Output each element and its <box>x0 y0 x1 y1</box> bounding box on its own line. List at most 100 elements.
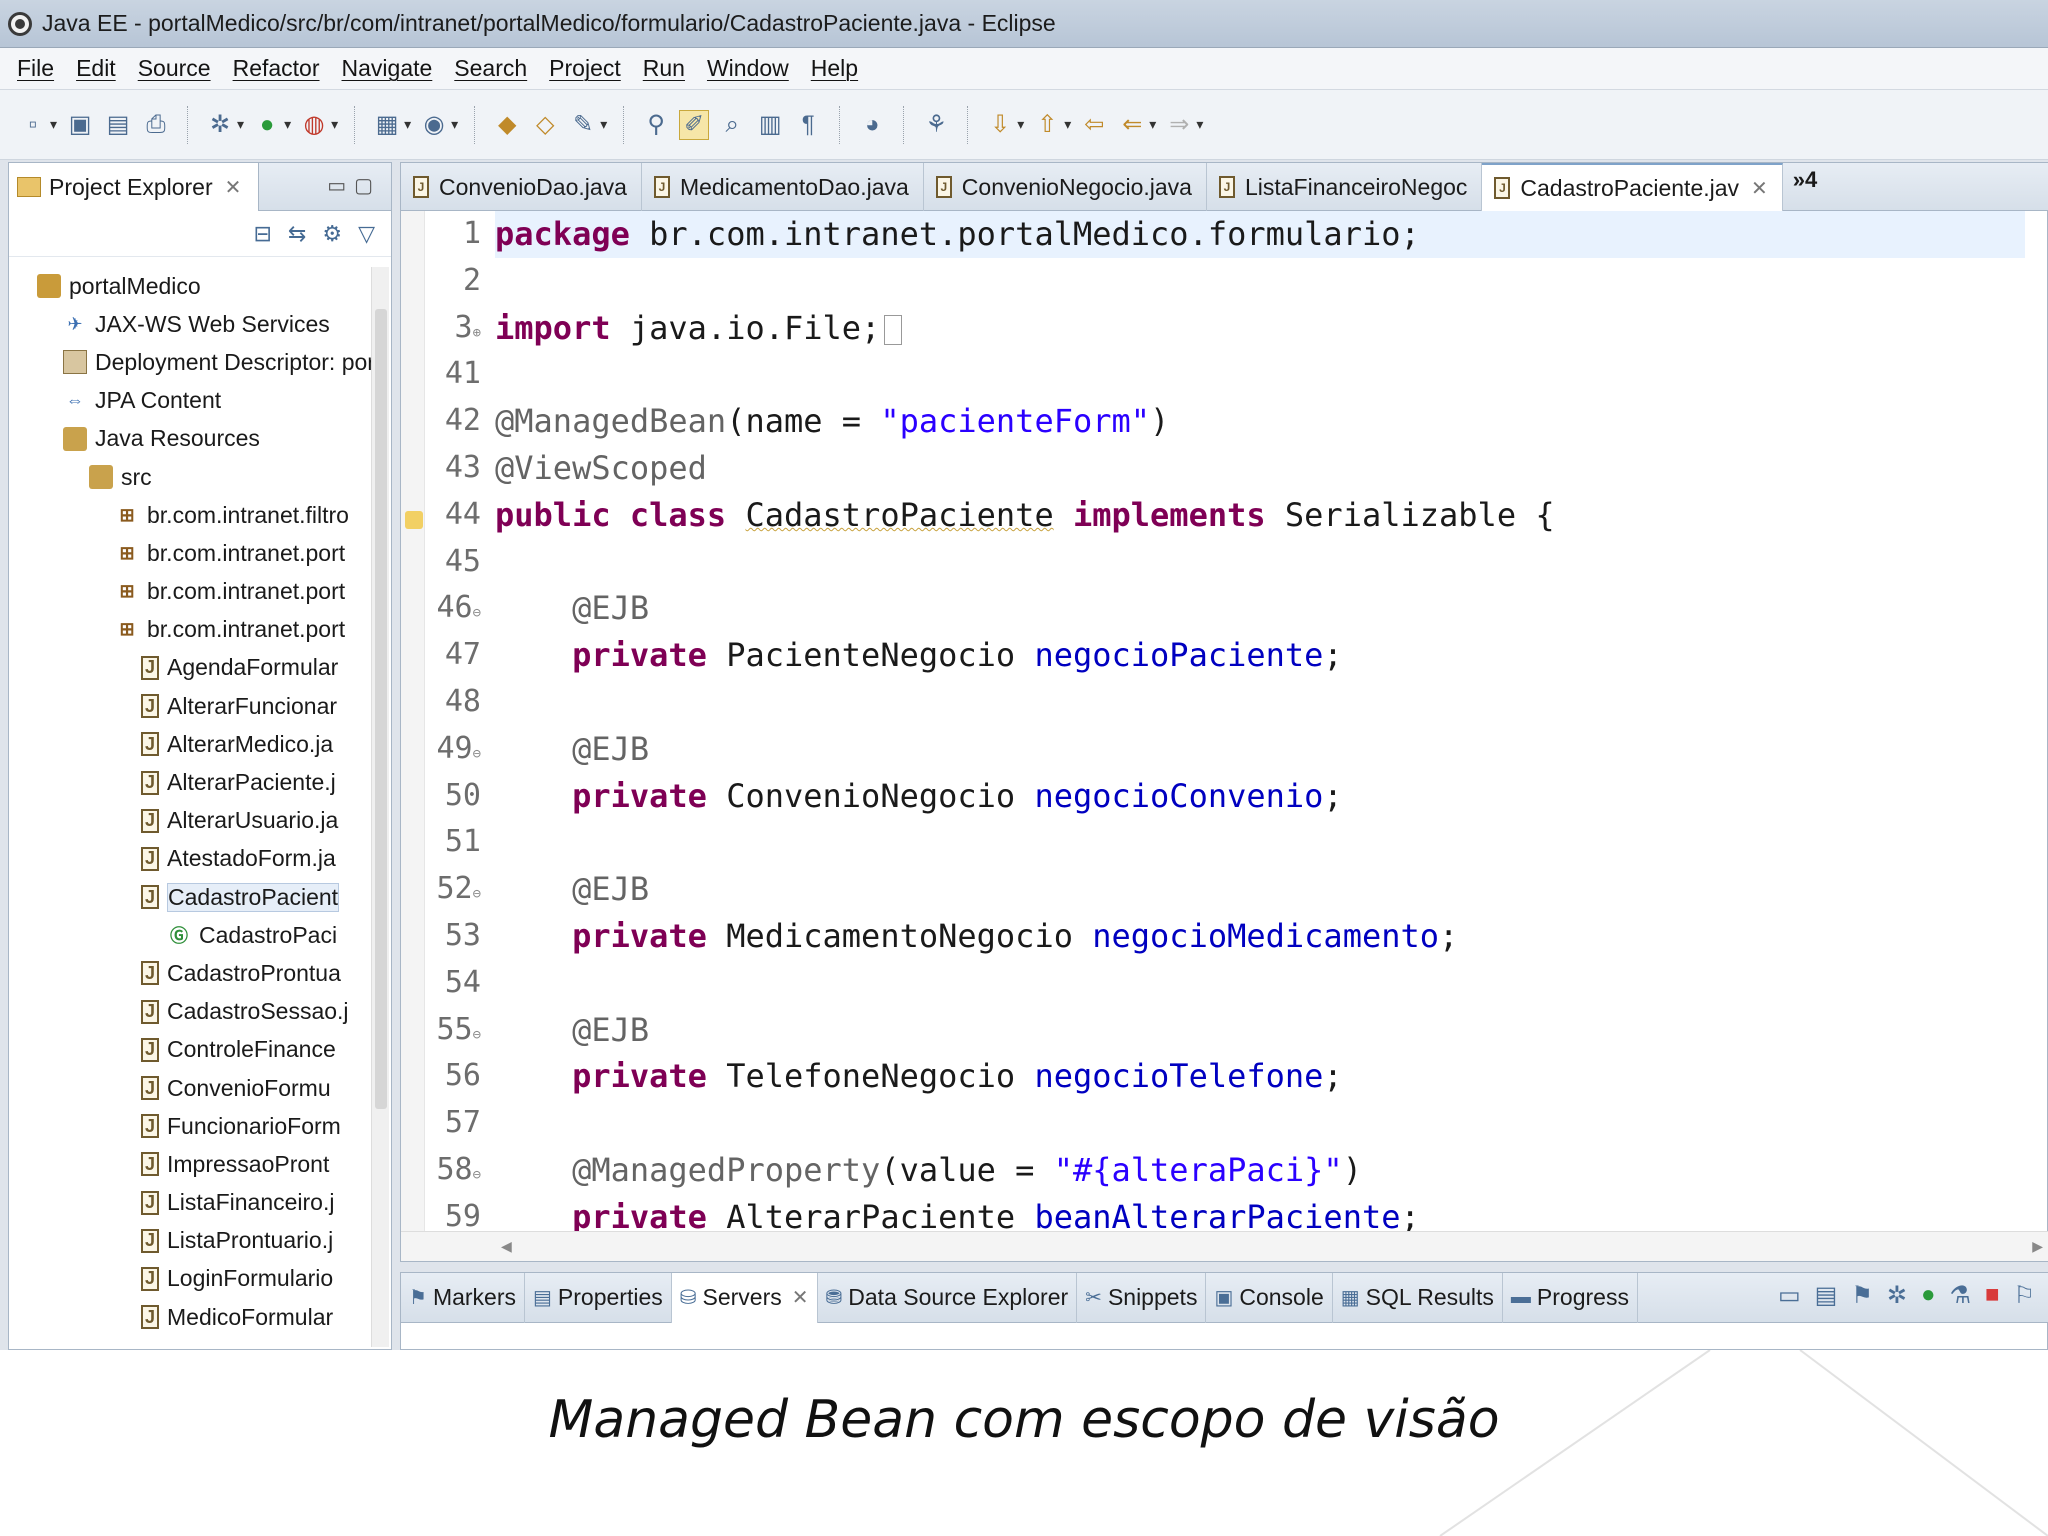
code-line[interactable] <box>495 258 2025 305</box>
menu-edit[interactable]: Edit <box>76 55 116 82</box>
tree-item[interactable]: J ConvenioFormu <box>9 1069 371 1107</box>
web-browser-icon[interactable]: ◕ <box>857 110 887 140</box>
menu-navigate[interactable]: Navigate <box>342 55 433 82</box>
tree-item[interactable]: J ListaFinanceiro.j <box>9 1184 371 1222</box>
close-icon[interactable]: ✕ <box>1751 176 1768 201</box>
code-line[interactable]: @EJB <box>495 866 2025 913</box>
open-type-icon[interactable]: ◆ <box>492 110 522 140</box>
code-area[interactable]: 1 2 3⊕ 41 42 43 44 45 46⊖ 47 48 49⊖ 50 51 52⊖ 53 54 55⊖ 56… <box>401 211 2048 1231</box>
menu-refactor[interactable]: Refactor <box>233 55 320 82</box>
code-line[interactable]: @ViewScoped <box>495 445 2025 492</box>
close-icon[interactable]: ✕ <box>792 1285 809 1310</box>
code-line[interactable]: @EJB <box>495 726 2025 773</box>
tree-item[interactable]: J AlterarUsuario.ja <box>9 802 371 840</box>
bottom-tab[interactable]: ⛃ Data Source Explorer <box>818 1272 1078 1323</box>
code-line[interactable]: @ManagedProperty(value = "#{alteraPaci}"… <box>495 1147 2025 1194</box>
next-annotation-icon[interactable]: ⇩ <box>985 110 1015 140</box>
tree-item[interactable]: J FuncionarioForm <box>9 1107 371 1145</box>
back-dropdown-icon[interactable]: ▾ <box>1149 116 1156 133</box>
scroll-left-icon[interactable]: ◀ <box>501 1238 512 1255</box>
editor-tab[interactable]: J MedicamentoDao.java <box>642 163 924 211</box>
tree-item[interactable]: J AtestadoForm.ja <box>9 840 371 878</box>
profile-server-icon[interactable]: ⚗ <box>1949 1281 1971 1310</box>
debug-server-icon[interactable]: ✲ <box>1887 1281 1907 1310</box>
previous-annotation-icon[interactable]: ⇧ <box>1032 110 1062 140</box>
collapse-fold-icon[interactable]: ⊖ <box>473 1027 481 1043</box>
tree-item[interactable]: J ImpressaoPront <box>9 1145 371 1183</box>
code-line[interactable]: @ManagedBean(name = "pacienteForm") <box>495 398 2025 445</box>
run-icon[interactable]: ● <box>252 110 282 140</box>
new-project-icon[interactable]: ▦ <box>372 110 402 140</box>
code-line[interactable]: import java.io.File; <box>495 305 2025 352</box>
forward-icon[interactable]: ⇒ <box>1164 110 1194 140</box>
collapse-fold-icon[interactable]: ⊖ <box>473 886 481 902</box>
block-selection-icon[interactable]: ⌕ <box>717 110 747 140</box>
new-icon[interactable]: ▫ <box>18 110 48 140</box>
tree-item[interactable]: J AlterarFuncionar <box>9 687 371 725</box>
run-dropdown-icon[interactable]: ▾ <box>284 116 291 133</box>
tree-item[interactable]: Java Resources <box>9 420 371 458</box>
code-line[interactable] <box>495 679 2025 726</box>
scroll-right-icon[interactable]: ▶ <box>2032 1238 2043 1255</box>
tree-item[interactable]: ⊞ br.com.intranet.port <box>9 611 371 649</box>
view-menu-icon[interactable]: ▽ <box>358 221 375 247</box>
start-server-icon[interactable]: ● <box>1921 1281 1936 1310</box>
source-code[interactable]: package br.com.intranet.portalMedico.for… <box>495 211 2025 1231</box>
print-icon[interactable]: ⎙ <box>141 110 171 140</box>
previous-annotation-dropdown-icon[interactable]: ▾ <box>1064 116 1071 133</box>
folded-code-marker[interactable] <box>884 314 903 345</box>
disconnect-icon[interactable]: ⚐ <box>2013 1281 2035 1310</box>
tree-scrollbar[interactable] <box>371 267 389 1347</box>
bottom-tab[interactable]: ⛁ Servers ✕ <box>671 1272 818 1323</box>
tree-item[interactable]: J LoginFormulario <box>9 1260 371 1298</box>
link-with-editor-icon[interactable]: ⇆ <box>288 221 306 247</box>
code-line[interactable]: private TelefoneNegocio negocioTelefone; <box>495 1053 2025 1100</box>
stop-server-icon[interactable]: ■ <box>1985 1281 2000 1310</box>
external-tools-icon[interactable]: ◍ <box>299 110 329 140</box>
menu-file[interactable]: File <box>17 55 54 82</box>
new-project-dropdown-icon[interactable]: ▾ <box>404 116 411 133</box>
collapse-fold-icon[interactable]: ⊖ <box>473 1167 481 1183</box>
tree-item[interactable]: ⊞ br.com.intranet.port <box>9 573 371 611</box>
last-edit-icon[interactable]: ⇦ <box>1079 110 1109 140</box>
menu-run[interactable]: Run <box>643 55 685 82</box>
code-line[interactable]: private MedicamentoNegocio negocioMedica… <box>495 913 2025 960</box>
close-icon[interactable]: ✕ <box>225 175 242 200</box>
search-dropdown-icon[interactable]: ▾ <box>600 116 607 133</box>
tree-item[interactable]: J AlterarMedico.ja <box>9 725 371 763</box>
next-annotation-dropdown-icon[interactable]: ▾ <box>1017 116 1024 133</box>
tree-item[interactable]: ⊞ br.com.intranet.port <box>9 534 371 572</box>
code-line[interactable]: public class CadastroPaciente implements… <box>495 492 2025 539</box>
bottom-tab[interactable]: ▤ Properties <box>525 1272 672 1323</box>
tree-item[interactable]: J CadastroProntua <box>9 954 371 992</box>
editor-horizontal-scrollbar[interactable]: ◀ ▶ <box>401 1231 2048 1261</box>
menu-window[interactable]: Window <box>707 55 789 82</box>
code-line[interactable] <box>495 539 2025 586</box>
more-tabs-button[interactable]: »4 <box>1783 163 1827 210</box>
expand-fold-icon[interactable]: ⊕ <box>473 325 481 341</box>
search-icon[interactable]: ✎ <box>568 110 598 140</box>
toggle-breadcrumb-icon[interactable]: ⚲ <box>641 110 671 140</box>
external-tools-dropdown-icon[interactable]: ▾ <box>331 116 338 133</box>
tree-item[interactable]: J ControleFinance <box>9 1031 371 1069</box>
tree-item[interactable]: src <box>9 458 371 496</box>
code-line[interactable]: @EJB <box>495 1007 2025 1054</box>
minimize-maximize-icon[interactable]: ▭▢ <box>327 173 381 198</box>
editor-tab[interactable]: J ListaFinanceiroNegoc <box>1207 163 1483 211</box>
editor-tab[interactable]: J CadastroPaciente.jav ✕ <box>1482 163 1783 211</box>
collapse-all-icon[interactable]: ⊟ <box>253 221 271 247</box>
project-explorer-tab[interactable]: Project Explorer ✕ <box>9 163 259 211</box>
save-icon[interactable]: ▣ <box>65 110 95 140</box>
tree-item[interactable]: ⊞ br.com.intranet.filtro <box>9 496 371 534</box>
new-server-icon[interactable]: ▤ <box>1815 1281 1838 1310</box>
paragraph-icon[interactable]: ¶ <box>793 110 823 140</box>
code-line[interactable]: private PacienteNegocio negocioPaciente; <box>495 632 2025 679</box>
menu-project[interactable]: Project <box>549 55 621 82</box>
new-dropdown-icon[interactable]: ▾ <box>50 116 57 133</box>
tree-item[interactable]: J CadastroPacient <box>9 878 371 916</box>
debug-icon[interactable]: ✲ <box>205 110 235 140</box>
menu-search[interactable]: Search <box>454 55 527 82</box>
editor-tab[interactable]: J ConvenioNegocio.java <box>924 163 1207 211</box>
warning-marker-icon[interactable] <box>405 511 423 529</box>
tree-scrollbar-thumb[interactable] <box>375 309 387 1109</box>
